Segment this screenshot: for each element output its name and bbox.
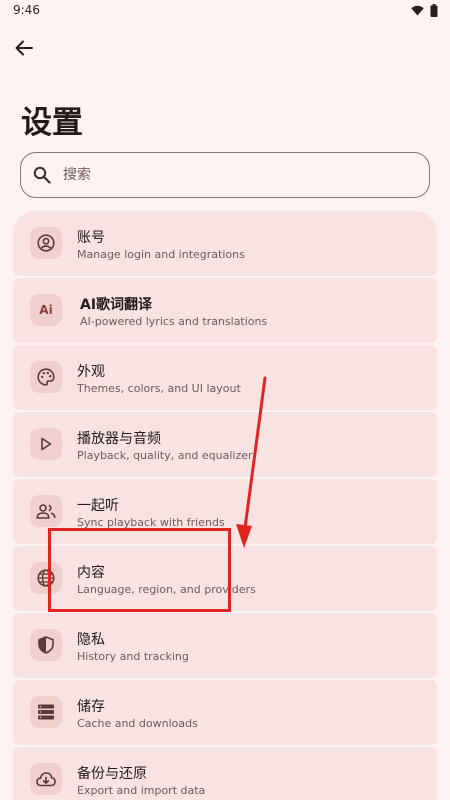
arrow-left-icon (15, 40, 33, 56)
settings-item-title: 备份与还原 (77, 766, 147, 782)
settings-item-subtitle: Language, region, and providers (77, 583, 256, 596)
shield-icon (38, 636, 54, 654)
play-icon-tile (30, 428, 62, 460)
status-bar: 9:46 (0, 0, 450, 22)
settings-item-title: AI歌词翻译 (80, 297, 153, 313)
settings-item-subtitle: Playback, quality, and equalizer (77, 449, 253, 462)
cloud-restore-icon (36, 772, 56, 787)
settings-item-content[interactable]: 内容 Language, region, and providers (13, 546, 437, 611)
wifi-icon (411, 5, 424, 16)
globe-icon (37, 569, 55, 587)
settings-item-title: 账号 (77, 230, 105, 246)
palette-icon (37, 368, 55, 386)
battery-icon (430, 4, 438, 17)
settings-list: 账号 Manage login and integrations Ai AI歌词… (13, 211, 437, 800)
settings-item-subtitle: Sync playback with friends (77, 516, 225, 529)
cloud-restore-icon-tile (30, 763, 62, 795)
account-icon-tile (30, 227, 62, 259)
page-title: 设置 (21, 105, 83, 141)
storage-icon (38, 704, 54, 720)
settings-item-account[interactable]: 账号 Manage login and integrations (13, 211, 437, 276)
palette-icon-tile (30, 361, 62, 393)
ai-icon: Ai (39, 303, 53, 317)
ai-icon-tile: Ai (30, 294, 62, 326)
search-box[interactable] (20, 152, 430, 198)
people-icon (36, 504, 56, 519)
play-icon (41, 437, 52, 451)
storage-icon-tile (30, 696, 62, 728)
settings-item-subtitle: Cache and downloads (77, 717, 198, 730)
globe-icon-tile (30, 562, 62, 594)
people-icon-tile (30, 495, 62, 527)
settings-item-subtitle: Themes, colors, and UI layout (77, 382, 241, 395)
settings-item-privacy[interactable]: 隐私 History and tracking (13, 613, 437, 678)
settings-item-subtitle: Manage login and integrations (77, 248, 245, 261)
settings-item-title: 播放器与音频 (77, 431, 161, 447)
settings-item-subtitle: AI-powered lyrics and translations (80, 315, 268, 328)
settings-item-title: 一起听 (77, 498, 119, 514)
search-icon (33, 166, 51, 184)
settings-item-title: 储存 (77, 699, 105, 715)
settings-item-title: 外观 (77, 364, 105, 380)
account-icon (37, 234, 55, 252)
search-input[interactable] (63, 161, 413, 189)
settings-item-backup-restore[interactable]: 备份与还原 Export and import data (13, 747, 437, 800)
settings-item-storage[interactable]: 储存 Cache and downloads (13, 680, 437, 745)
back-button[interactable] (10, 34, 38, 62)
settings-item-subtitle: History and tracking (77, 650, 189, 663)
settings-item-ai-lyrics[interactable]: Ai AI歌词翻译 AI-powered lyrics and translat… (13, 278, 437, 343)
status-icons (411, 4, 438, 17)
status-time: 9:46 (13, 3, 40, 17)
settings-item-subtitle: Export and import data (77, 784, 206, 797)
settings-item-listen-together[interactable]: 一起听 Sync playback with friends (13, 479, 437, 544)
settings-item-player-audio[interactable]: 播放器与音频 Playback, quality, and equalizer (13, 412, 437, 477)
settings-item-title: 内容 (77, 565, 105, 581)
settings-item-appearance[interactable]: 外观 Themes, colors, and UI layout (13, 345, 437, 410)
shield-icon-tile (30, 629, 62, 661)
settings-item-title: 隐私 (77, 632, 105, 648)
